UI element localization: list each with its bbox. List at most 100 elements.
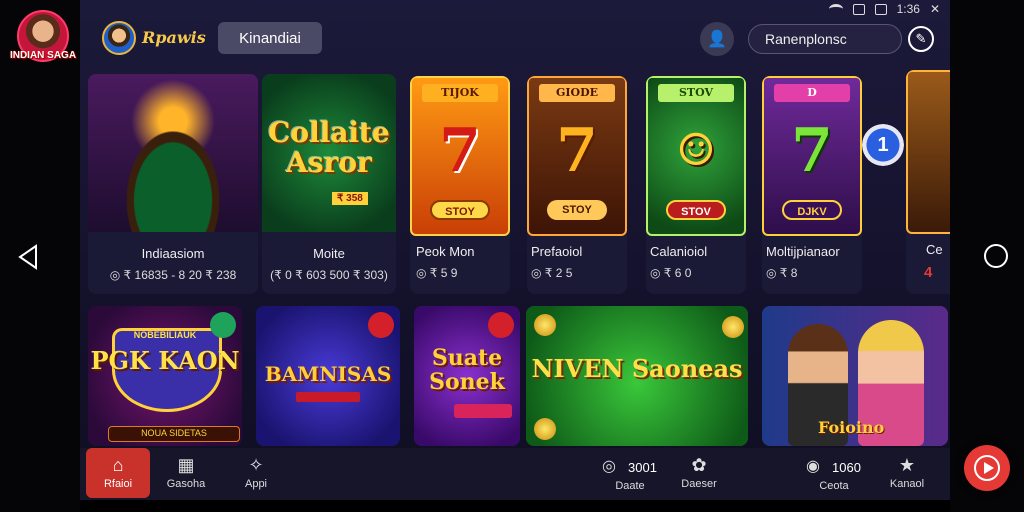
coin-icon bbox=[722, 316, 744, 338]
app-screen: 1:36 ✕ Rpawis Kinandiai 👤 Ranenplonsc ✎ … bbox=[80, 0, 950, 500]
apps-icon: ✧ bbox=[248, 455, 264, 475]
game-meta: ◎ ₹ 16835 - 8 20 ₹ 238 bbox=[109, 268, 237, 282]
game-banner[interactable]: Foioino bbox=[762, 306, 948, 446]
jackpot-badge[interactable]: 1 bbox=[862, 124, 904, 166]
slot-tag: GIODE bbox=[539, 84, 615, 102]
game-meta: (₹ 0 ₹ 603 500 ₹ 303) bbox=[270, 268, 388, 282]
slot-stop-button[interactable]: STOY bbox=[430, 200, 490, 220]
nav-label: Rfaioi bbox=[103, 478, 133, 490]
game-meta: ◎ ₹ 6 0 bbox=[650, 266, 692, 280]
game-card[interactable]: Indiaasiom ◎ ₹ 16835 - 8 20 ₹ 238 bbox=[88, 74, 258, 294]
gamepad-icon: ▦ bbox=[177, 455, 195, 475]
game-banner[interactable]: Suate Sonek bbox=[414, 306, 520, 446]
game-card[interactable]: Collaite Asror ₹ 358 Moite (₹ 0 ₹ 603 50… bbox=[262, 74, 396, 294]
nav-label: Kanaol bbox=[889, 478, 925, 490]
slot-card[interactable]: STOV ☺ STOV Calanioiol ◎ ₹ 6 0 bbox=[646, 76, 746, 294]
coins-value: 1060 bbox=[832, 460, 861, 475]
back-icon[interactable] bbox=[16, 244, 42, 270]
game-meta: ◎ ₹ 2 5 bbox=[531, 266, 573, 280]
bottom-nav: ⌂ Rfaioi ▦ Gasoha ✧ Appi ◎ 3001 Daate ✿ … bbox=[80, 448, 950, 500]
game-meta: ◎ ₹ 5 9 bbox=[416, 266, 458, 280]
game-title: Moltijpianaor bbox=[766, 244, 840, 259]
nav-label: Daeser bbox=[681, 478, 717, 490]
slot-symbol: ☺ bbox=[676, 125, 716, 176]
star-icon: ★ bbox=[898, 455, 916, 475]
play-icon bbox=[974, 455, 1000, 481]
user-icon: 👤 bbox=[707, 31, 727, 48]
slot-stop-button[interactable]: DJKV bbox=[782, 200, 842, 220]
game-banner[interactable]: BAMNISAS bbox=[256, 306, 400, 446]
nav-coins[interactable]: ◉ 1060 Ceota bbox=[806, 448, 876, 500]
game-title: Peok Mon bbox=[416, 244, 475, 259]
edit-icon[interactable]: ✎ bbox=[908, 26, 934, 52]
slot-card-partial[interactable]: Ce 4 bbox=[906, 70, 950, 294]
coin-icon: ◉ bbox=[806, 458, 820, 475]
game-title: Indiaasiom bbox=[141, 246, 205, 261]
banner-logo: Suate Sonek bbox=[429, 345, 505, 395]
game-banner[interactable]: NIVEN Saoneas bbox=[526, 306, 748, 446]
clock-icon: ◎ bbox=[602, 458, 616, 475]
banner-logo: PGK KAON bbox=[90, 346, 240, 375]
nav-games[interactable]: ▦ Gasoha bbox=[154, 448, 218, 500]
nav-decor[interactable]: ✿ Daeser bbox=[667, 448, 731, 500]
slot-symbol: 7 bbox=[791, 116, 833, 186]
badge-icon bbox=[210, 312, 236, 338]
slot-symbol: 7 bbox=[556, 116, 598, 186]
game-title: Calanioiol bbox=[650, 244, 708, 259]
system-nav-left: INDIAN SAGA bbox=[0, 0, 80, 512]
banner-logo: BAMNISAS bbox=[264, 362, 392, 386]
slot-stop-button[interactable]: STOY bbox=[547, 200, 607, 220]
system-nav-right bbox=[950, 0, 1024, 512]
slot-tag: TIJOK bbox=[422, 84, 498, 102]
game-title: Ce bbox=[926, 242, 943, 257]
nav-label: Appi bbox=[244, 478, 268, 490]
status-bar: 1:36 ✕ bbox=[828, 2, 940, 16]
user-avatar[interactable] bbox=[102, 21, 136, 55]
decor-icon: ✿ bbox=[691, 455, 707, 475]
slot-card[interactable]: D 7 DJKV Moltijpianaor ◎ ₹ 8 bbox=[762, 76, 862, 294]
top-header: Rpawis Kinandiai 👤 Ranenplonsc ✎ bbox=[80, 18, 950, 62]
slot-art bbox=[906, 70, 950, 234]
home-icon: ⌂ bbox=[112, 455, 124, 475]
profile-button[interactable]: 👤 bbox=[700, 22, 734, 56]
play-fab-button[interactable] bbox=[964, 445, 1010, 491]
close-icon[interactable]: ✕ bbox=[930, 2, 940, 16]
banner-ribbon bbox=[454, 404, 512, 418]
banner-logo: Foioino bbox=[818, 418, 885, 437]
game-logo-sub: ₹ 358 bbox=[332, 192, 368, 205]
nav-apps[interactable]: ✧ Appi bbox=[224, 448, 288, 500]
coin-icon bbox=[534, 418, 556, 440]
game-art-casino-table bbox=[88, 74, 258, 232]
slot-symbol: 7 bbox=[439, 116, 481, 186]
nav-label: Daate bbox=[615, 480, 645, 492]
game-banner[interactable]: NOBEBILIAUK PGK KAON NOUA SIDETAS bbox=[88, 306, 242, 446]
date-value: 3001 bbox=[628, 460, 657, 475]
game-meta: 4 bbox=[924, 264, 933, 281]
status-time: 1:36 bbox=[896, 2, 920, 16]
slot-stop-button[interactable]: STOV bbox=[666, 200, 726, 220]
wifi-icon bbox=[828, 4, 843, 14]
nav-home[interactable]: ⌂ Rfaioi bbox=[86, 448, 150, 498]
slot-card[interactable]: GIODE 7 STOY Prefaoiol ◎ ₹ 2 5 bbox=[527, 76, 627, 294]
slot-card[interactable]: TIJOK 7 STOY Peok Mon ◎ ₹ 5 9 bbox=[410, 76, 510, 294]
nav-label: Gasoha bbox=[166, 478, 206, 490]
app-logo[interactable]: INDIAN SAGA bbox=[10, 10, 76, 68]
banner-ribbon bbox=[296, 392, 360, 402]
logo-caption: INDIAN SAGA bbox=[9, 50, 77, 61]
banner-logo: NIVEN Saoneas bbox=[531, 354, 743, 383]
sim-icon bbox=[852, 3, 865, 15]
slot-tag: D bbox=[774, 84, 850, 102]
game-logo: Collaite Asror bbox=[268, 116, 390, 179]
search-input[interactable]: Ranenplonsc bbox=[748, 24, 902, 54]
nav-kanaol[interactable]: ★ Kanaol bbox=[875, 448, 939, 500]
game-meta: ◎ ₹ 8 bbox=[766, 266, 798, 280]
badge-icon bbox=[488, 312, 514, 338]
category-chip[interactable]: Kinandiai bbox=[218, 22, 322, 54]
battery-icon bbox=[874, 3, 887, 15]
nav-date[interactable]: ◎ 3001 Daate bbox=[602, 448, 672, 500]
coin-icon bbox=[534, 314, 556, 336]
badge-icon bbox=[368, 312, 394, 338]
user-name: Rpawis bbox=[142, 28, 206, 47]
home-circle-icon[interactable] bbox=[984, 244, 1008, 268]
banner-bar: NOUA SIDETAS bbox=[108, 426, 240, 442]
